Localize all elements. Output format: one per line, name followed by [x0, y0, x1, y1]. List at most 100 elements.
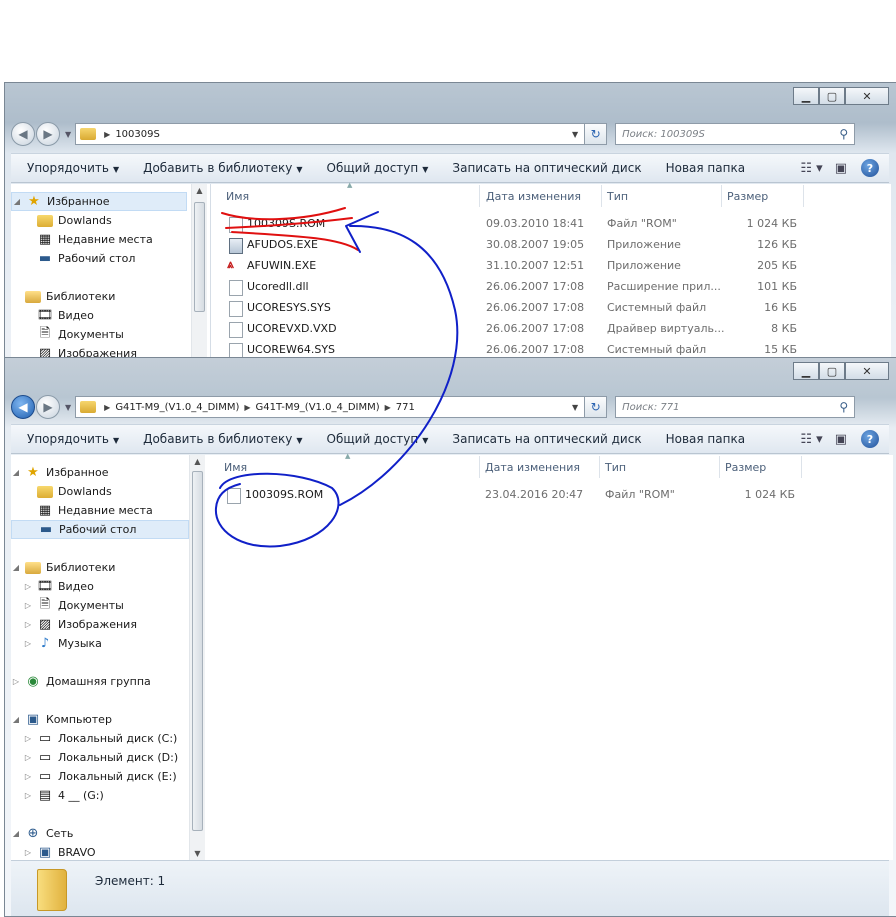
back-button[interactable]: ◀ [11, 122, 35, 146]
file-list: Имя ▲ Дата изменения Тип Размер 100309S.… [211, 181, 891, 374]
scroll-thumb[interactable] [192, 471, 203, 831]
back-button[interactable]: ◀ [11, 395, 35, 419]
column-type[interactable]: Тип [607, 190, 628, 203]
share-button[interactable]: Общий доступ ▼ [327, 432, 429, 446]
share-button[interactable]: Общий доступ ▼ [327, 161, 429, 175]
close-button[interactable]: ✕ [845, 87, 889, 105]
history-dropdown-icon[interactable]: ▼ [65, 403, 71, 412]
forward-button[interactable]: ▶ [36, 395, 60, 419]
column-date[interactable]: Дата изменения [486, 190, 581, 203]
add-to-library-button[interactable]: Добавить в библиотеку ▼ [143, 432, 302, 446]
address-dropdown-icon[interactable]: ▼ [572, 403, 578, 412]
address-bar[interactable]: ▶ 100309S ▼ [75, 123, 586, 145]
history-dropdown-icon[interactable]: ▼ [65, 130, 71, 139]
navigation-pane: ◢ ★ Избранное Dowlands ▦ Недавние места ▬ Ра… [11, 184, 211, 374]
preview-pane-icon[interactable]: ▣ [835, 161, 847, 176]
burn-button[interactable]: Записать на оптический диск [452, 432, 641, 446]
file-row[interactable]: AFUDOS.EXE 30.08.2007 19:05 Приложение 1… [211, 235, 881, 256]
column-size[interactable]: Размер [725, 461, 766, 474]
forward-button[interactable]: ▶ [36, 122, 60, 146]
address-segment[interactable]: 100309S [115, 129, 160, 140]
nav-video[interactable]: ▷ 🎞 Видео [23, 577, 94, 596]
nav-desktop[interactable]: ▬ Рабочий стол [11, 520, 189, 539]
nav-documents[interactable]: 🗎 Документы [33, 325, 124, 344]
add-to-library-button[interactable]: Добавить в библиотеку ▼ [143, 161, 302, 175]
star-icon: ★ [28, 194, 40, 209]
nav-desktop[interactable]: ▬ Рабочий стол [33, 249, 136, 268]
column-name[interactable]: Имя [224, 461, 247, 474]
view-options-icon[interactable]: ☷ ▾ [800, 432, 822, 447]
address-segment[interactable]: G41T-M9_(V1.0_4_DIMM) [115, 402, 239, 413]
search-placeholder: Поиск: 100309S [622, 128, 705, 140]
nav-favorites[interactable]: ◢ ★ Избранное [11, 463, 109, 482]
file-row[interactable]: 100309S.ROM 09.03.2010 18:41 Файл "ROM" … [211, 214, 881, 235]
address-dropdown-icon[interactable]: ▼ [572, 130, 578, 139]
nav-music[interactable]: ▷ ♪ Музыка [23, 634, 102, 653]
pictures-icon: ▨ [38, 617, 52, 632]
file-row[interactable]: Ucoredll.dll 26.06.2007 17:08 Расширение… [211, 277, 881, 298]
view-options-icon[interactable]: ☷ ▾ [800, 161, 822, 176]
search-input[interactable]: Поиск: 100309S ⚲ [615, 123, 856, 145]
scroll-thumb[interactable] [194, 202, 205, 312]
address-segment[interactable]: G41T-M9_(V1.0_4_DIMM) [256, 402, 380, 413]
organize-button[interactable]: Упорядочить ▼ [27, 432, 119, 446]
nav-homegroup[interactable]: ▷ ◉ Домашняя группа [11, 672, 151, 691]
close-button[interactable]: ✕ [845, 362, 889, 380]
column-type[interactable]: Тип [605, 461, 626, 474]
file-icon [229, 217, 243, 233]
column-name[interactable]: Имя [226, 190, 249, 203]
nav-video[interactable]: 🎞 Видео [33, 306, 94, 325]
nav-drive-e[interactable]: ▷ ▭ Локальный диск (E:) [23, 767, 177, 786]
file-row[interactable]: UCOREVXD.VXD 26.06.2007 17:08 Драйвер ви… [211, 319, 881, 340]
nav-libraries[interactable]: ◢ Библиотеки [11, 558, 115, 577]
new-folder-button[interactable]: Новая папка [666, 161, 745, 175]
nav-scrollbar[interactable]: ▲ ▼ [189, 455, 205, 860]
video-icon: 🎞 [36, 308, 54, 323]
refresh-button[interactable]: ↻ [585, 123, 608, 145]
command-bar: Упорядочить ▼ Добавить в библиотеку ▼ Общи… [11, 153, 889, 183]
nav-libraries[interactable]: Библиотеки [11, 287, 115, 306]
preview-pane-icon[interactable]: ▣ [835, 432, 847, 447]
libraries-icon [25, 561, 41, 574]
new-folder-button[interactable]: Новая папка [666, 432, 745, 446]
organize-button[interactable]: Упорядочить ▼ [27, 161, 119, 175]
search-icon[interactable]: ⚲ [839, 127, 848, 141]
nav-scrollbar[interactable]: ▲ [191, 184, 207, 374]
search-input[interactable]: Поиск: 771 ⚲ [615, 396, 856, 418]
nav-recent-places[interactable]: ▦ Недавние места [33, 230, 153, 249]
nav-drive-c[interactable]: ▷ ▭ Локальный диск (C:) [23, 729, 177, 748]
chevron-right-icon: ▶ [104, 402, 111, 412]
refresh-button[interactable]: ↻ [585, 396, 608, 418]
burn-button[interactable]: Записать на оптический диск [452, 161, 641, 175]
minimize-button[interactable]: ▁ [793, 362, 819, 380]
caption-buttons: ▁ ▢ ✕ [793, 362, 889, 380]
help-icon[interactable]: ? [861, 430, 879, 448]
nav-drive-g[interactable]: ▷ ▤ 4 __ (G:) [23, 786, 104, 805]
help-icon[interactable]: ? [861, 159, 879, 177]
maximize-button[interactable]: ▢ [819, 362, 845, 380]
file-row[interactable]: ⩓ AFUWIN.EXE 31.10.2007 12:51 Приложение… [211, 256, 881, 277]
navigation-bar: ◀ ▶ ▼ ▶ 100309S ▼ ↻ Поиск: 100309S ⚲ [11, 121, 889, 147]
address-bar[interactable]: ▶ G41T-M9_(V1.0_4_DIMM) ▶ G41T-M9_(V1.0_… [75, 396, 586, 418]
nav-recent-places[interactable]: ▦ Недавние места [33, 501, 153, 520]
maximize-button[interactable]: ▢ [819, 87, 845, 105]
minimize-button[interactable]: ▁ [793, 87, 819, 105]
file-row[interactable]: 100309S.ROM 23.04.2016 20:47 Файл "ROM" … [209, 485, 879, 506]
nav-dowlands[interactable]: Dowlands [33, 482, 112, 501]
search-icon[interactable]: ⚲ [839, 400, 848, 414]
nav-documents[interactable]: ▷ 🗎 Документы [23, 596, 124, 615]
nav-network[interactable]: ◢ ⊕ Сеть [11, 824, 73, 843]
nav-pictures[interactable]: ▷ ▨ Изображения [23, 615, 137, 634]
file-row[interactable]: UCORESYS.SYS 26.06.2007 17:08 Системный … [211, 298, 881, 319]
nav-favorites[interactable]: ◢ ★ Избранное [11, 192, 187, 211]
chevron-right-icon[interactable]: ▶ [104, 130, 110, 139]
chevron-right-icon: ▶ [384, 402, 391, 412]
column-date[interactable]: Дата изменения [485, 461, 580, 474]
status-item-count: Элемент: 1 [95, 874, 166, 888]
column-size[interactable]: Размер [727, 190, 768, 203]
network-icon: ⊕ [27, 826, 39, 841]
nav-dowlands[interactable]: Dowlands [33, 211, 112, 230]
nav-computer[interactable]: ◢ ▣ Компьютер [11, 710, 112, 729]
address-segment[interactable]: 771 [396, 402, 415, 413]
nav-drive-d[interactable]: ▷ ▭ Локальный диск (D:) [23, 748, 178, 767]
